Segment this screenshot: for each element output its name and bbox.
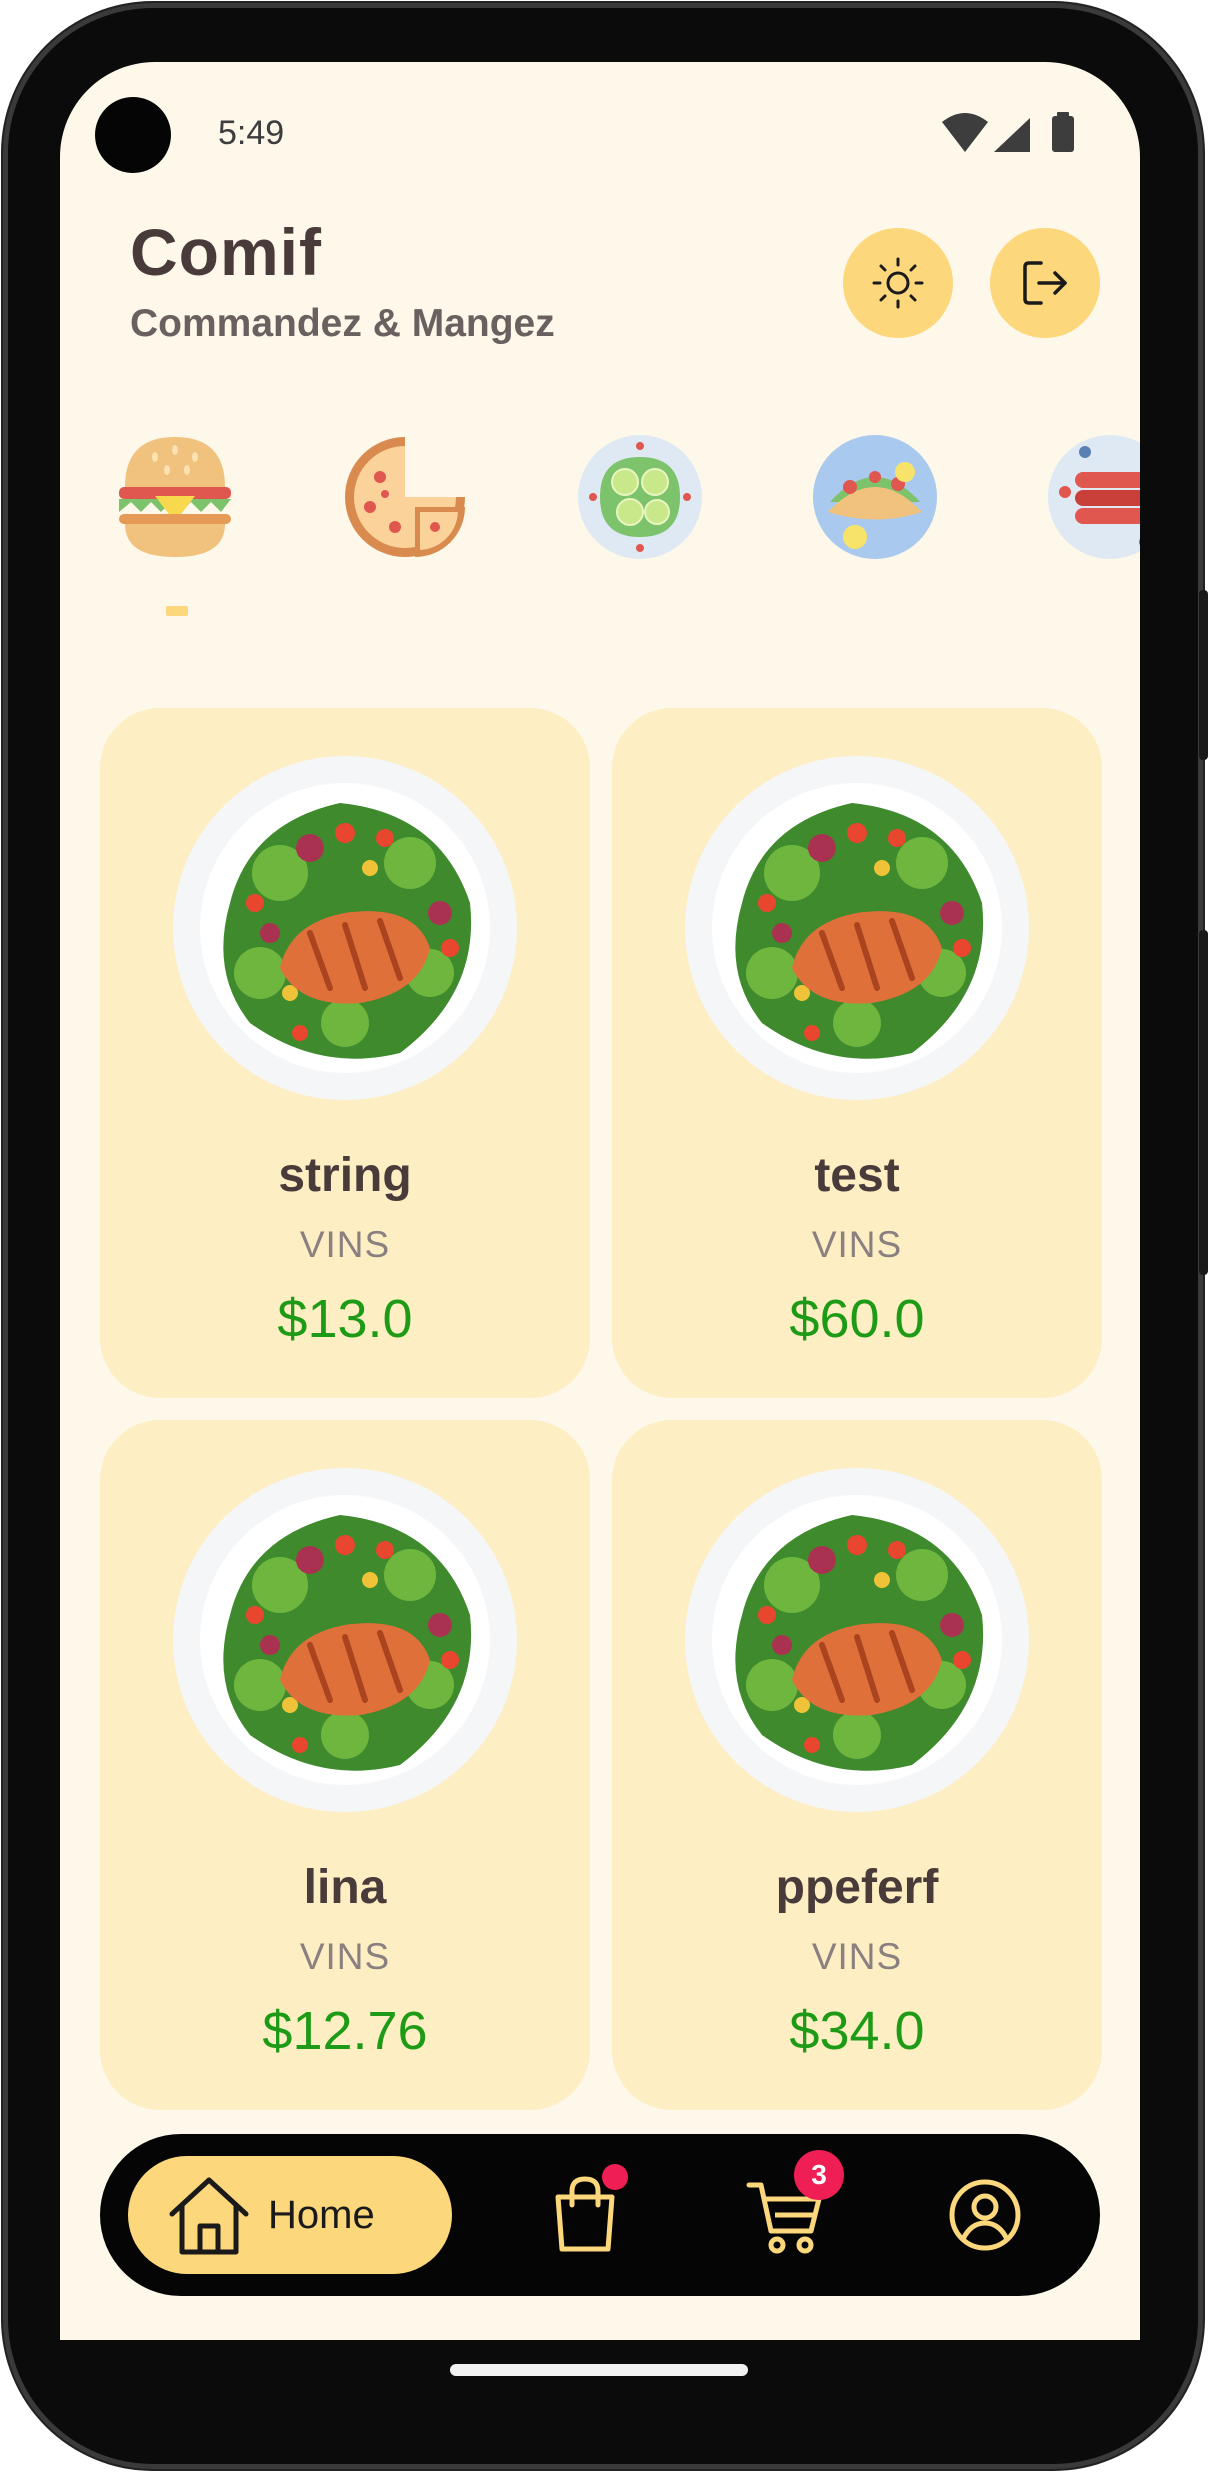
sun-icon [872, 257, 924, 309]
category-sausage[interactable] [1045, 432, 1140, 562]
wifi-icon [942, 113, 988, 152]
category-salad[interactable] [575, 432, 705, 562]
nav-profile-button[interactable] [940, 2170, 1030, 2260]
front-camera [95, 97, 171, 173]
product-category: VINS [811, 1224, 903, 1265]
product-name: string [278, 1149, 412, 1202]
home-icon [169, 2177, 249, 2255]
sausage-icon [1048, 435, 1140, 559]
category-taco[interactable] [810, 432, 940, 562]
product-card[interactable]: string VINS $13.0 [100, 708, 590, 1398]
salmon-salad-image [685, 1468, 1029, 1812]
user-circle-icon [949, 2179, 1021, 2251]
theme-toggle-button[interactable] [843, 228, 953, 338]
salmon-salad-image [173, 1468, 517, 1812]
product-card[interactable]: ppeferf VINS $34.0 [612, 1420, 1102, 2110]
status-icons [942, 112, 1074, 152]
salad-icon [578, 435, 702, 559]
bottom-nav: Home 3 [100, 2134, 1100, 2296]
nav-cart-button[interactable]: 3 [740, 2150, 844, 2260]
app-subtitle: Commandez & Mangez [130, 302, 555, 345]
product-price: $34.0 [789, 2001, 925, 2061]
category-burger[interactable] [110, 432, 240, 562]
logout-button[interactable] [990, 228, 1100, 338]
cart-count-badge: 3 [794, 2150, 844, 2200]
product-price: $60.0 [789, 1289, 925, 1349]
orders-notification-dot [602, 2164, 628, 2190]
home-gesture-bar[interactable] [450, 2364, 748, 2376]
product-name: lina [303, 1861, 387, 1914]
product-name: ppeferf [775, 1861, 939, 1914]
product-price: $13.0 [277, 1289, 413, 1349]
logout-icon [1023, 261, 1067, 305]
product-category: VINS [299, 1224, 391, 1265]
product-category: VINS [811, 1936, 903, 1977]
category-pizza[interactable] [340, 432, 470, 562]
burger-icon [119, 437, 231, 557]
taco-icon [813, 435, 937, 559]
volume-button [1199, 590, 1208, 760]
product-price: $12.76 [262, 2001, 428, 2061]
status-time: 5:49 [218, 114, 285, 152]
nav-home-label: Home [268, 2192, 375, 2237]
nav-orders-button[interactable] [540, 2164, 630, 2260]
nav-home-button[interactable]: Home [128, 2156, 452, 2274]
product-name: test [814, 1149, 900, 1202]
salmon-salad-image [685, 756, 1029, 1100]
app-title: Comif [130, 215, 322, 289]
product-card[interactable]: test VINS $60.0 [612, 708, 1102, 1398]
app-screen: 5:49 Comif Commandez & Mangez string VIN… [60, 62, 1140, 2340]
product-card[interactable]: lina VINS $12.76 [100, 1420, 590, 2110]
power-button [1199, 930, 1208, 1275]
category-selected-indicator [166, 606, 188, 616]
battery-icon [1052, 112, 1074, 152]
signal-icon [994, 118, 1030, 152]
pizza-icon [345, 437, 465, 557]
salmon-salad-image [173, 756, 517, 1100]
product-category: VINS [299, 1936, 391, 1977]
